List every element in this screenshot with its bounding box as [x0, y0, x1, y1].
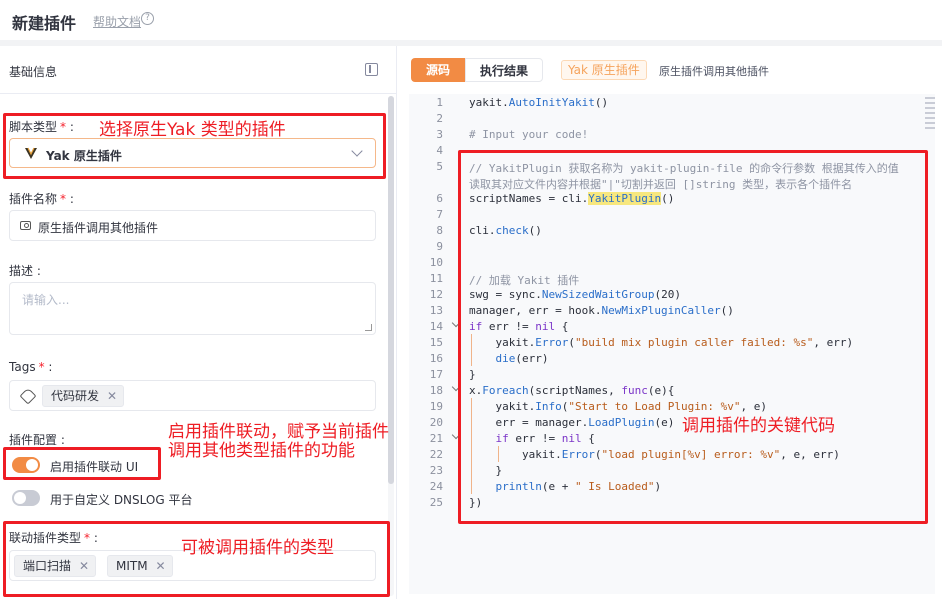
description-label: 描述 : — [9, 264, 41, 278]
line-number: 15 — [429, 336, 443, 349]
line-number: 22 — [429, 448, 443, 461]
dnslog-switch[interactable] — [12, 490, 40, 506]
dnslog-label: 用于自定义 DNSLOG 平台 — [50, 493, 193, 507]
help-link[interactable]: 帮助文档 — [93, 13, 141, 30]
top-bar: 新建插件 帮助文档 ? — [0, 0, 942, 40]
line-number: 8 — [436, 224, 443, 237]
line-number: 10 — [429, 256, 443, 269]
line-number: 18 — [429, 384, 443, 397]
line-number: 9 — [436, 240, 443, 253]
line-number: 2 — [436, 112, 443, 125]
line-number: 17 — [429, 368, 443, 381]
line-number: 3 — [436, 128, 443, 141]
line-number: 21 — [429, 432, 443, 445]
plugin-name-input[interactable]: 原生插件调用其他插件 — [9, 210, 376, 241]
line-number: 19 — [429, 400, 443, 413]
line-number: 6 — [436, 192, 443, 205]
plugin-config-label: 插件配置 : — [9, 433, 65, 447]
line-number: 23 — [429, 464, 443, 477]
camera-icon — [20, 221, 31, 230]
annotation-script-type: 选择原生Yak 类型的插件 — [99, 120, 286, 140]
line-number: 16 — [429, 352, 443, 365]
page-title: 新建插件 — [12, 14, 77, 33]
question-circle-icon[interactable]: ? — [141, 12, 154, 25]
plugin-name-value: 原生插件调用其他插件 — [38, 221, 159, 235]
line-number: 4 — [436, 144, 443, 157]
close-icon[interactable]: ✕ — [107, 386, 117, 406]
annotation-box-linked-types — [3, 521, 390, 597]
line-number: 12 — [429, 288, 443, 301]
description-placeholder: 请输入... — [22, 293, 70, 307]
line-number: 25 — [429, 496, 443, 509]
annotation-plugin-config: 启用插件联动，赋予当前插件调用其他类型插件的功能 — [168, 422, 389, 461]
plugin-type-badge: Yak 原生插件 — [561, 60, 647, 80]
annotation-code: 调用插件的关键代码 — [682, 416, 835, 436]
annotation-box-linkage — [3, 447, 161, 480]
line-number: 7 — [436, 208, 443, 221]
line-number: 13 — [429, 304, 443, 317]
resize-handle-icon[interactable] — [365, 324, 372, 331]
plugin-name-text: 原生插件调用其他插件 — [659, 65, 769, 78]
editor-minimap[interactable] — [925, 94, 935, 154]
collapse-panel-icon[interactable] — [365, 63, 378, 76]
tab-results[interactable]: 执行结果 — [465, 58, 543, 82]
code-line: # Input your code! — [469, 128, 589, 141]
line-number: 5 — [436, 160, 443, 173]
tag-icon — [19, 387, 37, 405]
annotation-box-code — [458, 150, 928, 524]
line-number: 20 — [429, 416, 443, 429]
line-number: 24 — [429, 480, 443, 493]
tab-source[interactable]: 源码 — [411, 58, 465, 82]
panel-header: 基础信息 — [0, 46, 396, 94]
tag-item: 代码研发 ✕ — [42, 385, 125, 407]
tags-input[interactable]: 代码研发 ✕ — [9, 380, 376, 411]
line-number: 11 — [429, 272, 443, 285]
panel-title: 基础信息 — [9, 65, 58, 79]
code-line: yakit.AutoInitYakit() — [469, 96, 609, 109]
line-number: 1 — [436, 96, 443, 109]
plugin-name-label: 插件名称 * : — [9, 192, 74, 206]
annotation-linked-types: 可被调用插件的类型 — [181, 538, 334, 558]
line-number: 14 — [429, 320, 443, 333]
description-textarea[interactable]: 请输入... — [9, 282, 376, 335]
tags-label: Tags * : — [9, 360, 53, 374]
